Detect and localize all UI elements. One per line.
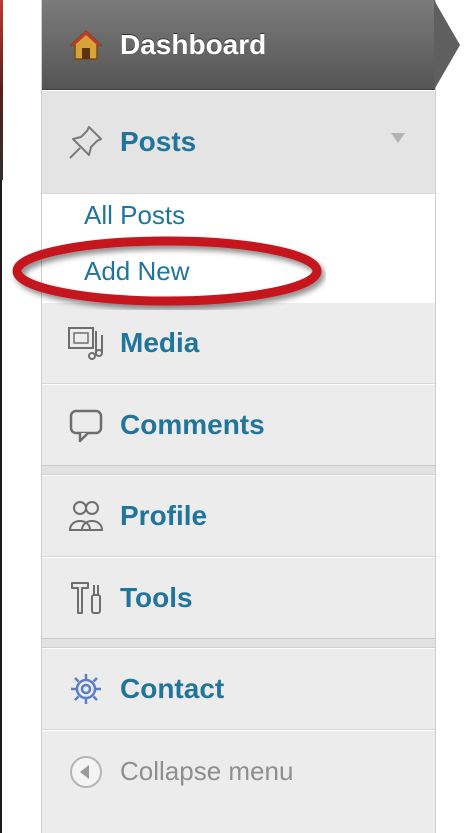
menu-separator: [42, 466, 435, 475]
submenu-add-new[interactable]: Add New: [84, 256, 190, 287]
window-edge: [0, 0, 40, 833]
menu-item-profile[interactable]: Profile: [42, 475, 435, 557]
collapse-menu-button[interactable]: Collapse menu: [42, 730, 435, 812]
media-icon: [64, 321, 108, 365]
collapse-arrow-icon: [64, 750, 108, 794]
home-icon: [64, 23, 108, 67]
menu-label-collapse: Collapse menu: [120, 756, 294, 786]
menu-item-tools[interactable]: Tools: [42, 557, 435, 639]
admin-sidebar-menu: Dashboard Posts All Posts Add New Media …: [41, 0, 436, 833]
menu-label-posts: Posts: [120, 126, 197, 157]
submenu-all-posts[interactable]: All Posts: [84, 200, 185, 231]
menu-label-contact: Contact: [120, 673, 225, 704]
tools-icon: [64, 576, 108, 620]
gear-icon: [64, 667, 108, 711]
menu-separator: [42, 639, 435, 648]
screen: Dashboard Posts All Posts Add New Media …: [0, 0, 473, 833]
menu-item-posts[interactable]: Posts: [42, 90, 435, 194]
menu-label-tools: Tools: [120, 582, 193, 613]
menu-label-profile: Profile: [120, 500, 208, 531]
comment-bubble-icon: [64, 403, 108, 447]
menu-item-media[interactable]: Media: [42, 302, 435, 384]
active-menu-arrow: [434, 0, 460, 90]
posts-submenu: All Posts Add New: [42, 194, 435, 303]
users-icon: [64, 494, 108, 538]
pushpin-icon: [64, 120, 108, 164]
chevron-down-icon[interactable]: [391, 133, 405, 143]
menu-label-dashboard: Dashboard: [120, 28, 267, 60]
menu-label-media: Media: [120, 327, 200, 358]
menu-item-comments[interactable]: Comments: [42, 384, 435, 466]
edge-strip: [0, 0, 3, 180]
menu-item-dashboard[interactable]: Dashboard: [42, 0, 435, 90]
menu-item-contact[interactable]: Contact: [42, 648, 435, 730]
menu-label-comments: Comments: [120, 409, 265, 440]
